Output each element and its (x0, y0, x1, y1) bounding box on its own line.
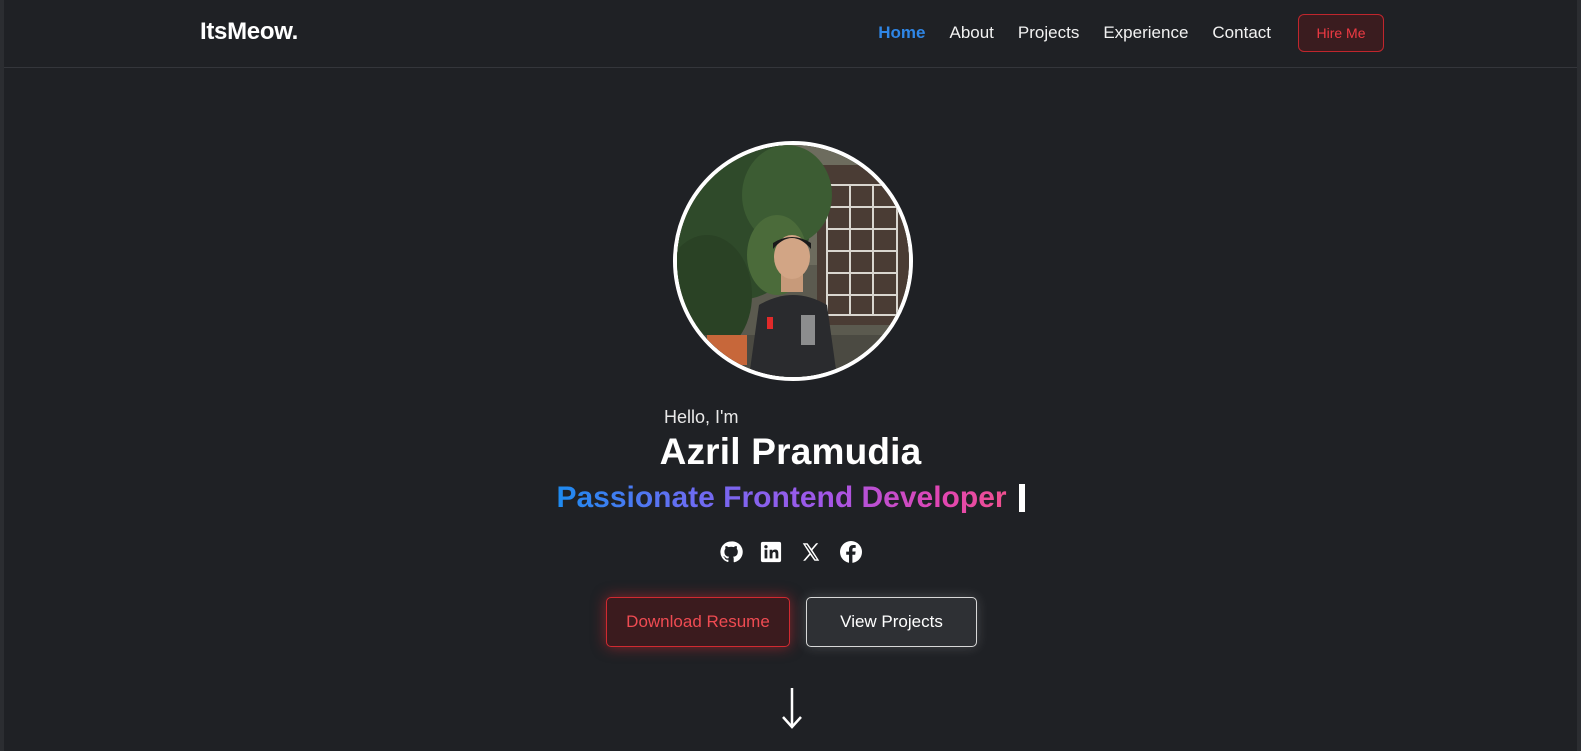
site-logo[interactable]: ItsMeow. (200, 18, 298, 46)
nav-link-contact[interactable]: Contact (1212, 23, 1271, 43)
view-projects-button[interactable]: View Projects (806, 597, 977, 647)
nav-link-home[interactable]: Home (878, 23, 925, 43)
scroll-down-link[interactable] (780, 686, 804, 730)
nav-link-about[interactable]: About (949, 23, 993, 43)
nav-link-experience[interactable]: Experience (1103, 23, 1188, 43)
hero-tagline-row: Passionate Frontend Developer (0, 481, 1581, 515)
x-link[interactable] (799, 540, 823, 564)
linkedin-icon (760, 541, 781, 563)
arrow-down-icon (782, 688, 802, 729)
profile-photo (677, 145, 909, 377)
typing-cursor (1018, 484, 1025, 512)
nav-links: Home About Projects Experience Contact (878, 0, 1271, 66)
navbar: ItsMeow. Home About Projects Experience … (4, 0, 1577, 68)
linkedin-link[interactable] (759, 540, 783, 564)
nav-link-projects[interactable]: Projects (1018, 23, 1079, 43)
facebook-link[interactable] (839, 540, 863, 564)
github-icon (719, 541, 743, 563)
hero-greeting: Hello, I'm (664, 407, 739, 427)
facebook-icon (839, 541, 862, 563)
profile-avatar (673, 141, 913, 381)
download-resume-button[interactable]: Download Resume (606, 597, 790, 647)
hire-me-button[interactable]: Hire Me (1298, 14, 1384, 52)
social-links (0, 540, 1581, 564)
github-link[interactable] (719, 540, 743, 564)
x-icon (802, 543, 819, 561)
hero-tagline: Passionate Frontend Developer (556, 481, 1007, 514)
hero-name: Azril Pramudia (659, 431, 922, 472)
